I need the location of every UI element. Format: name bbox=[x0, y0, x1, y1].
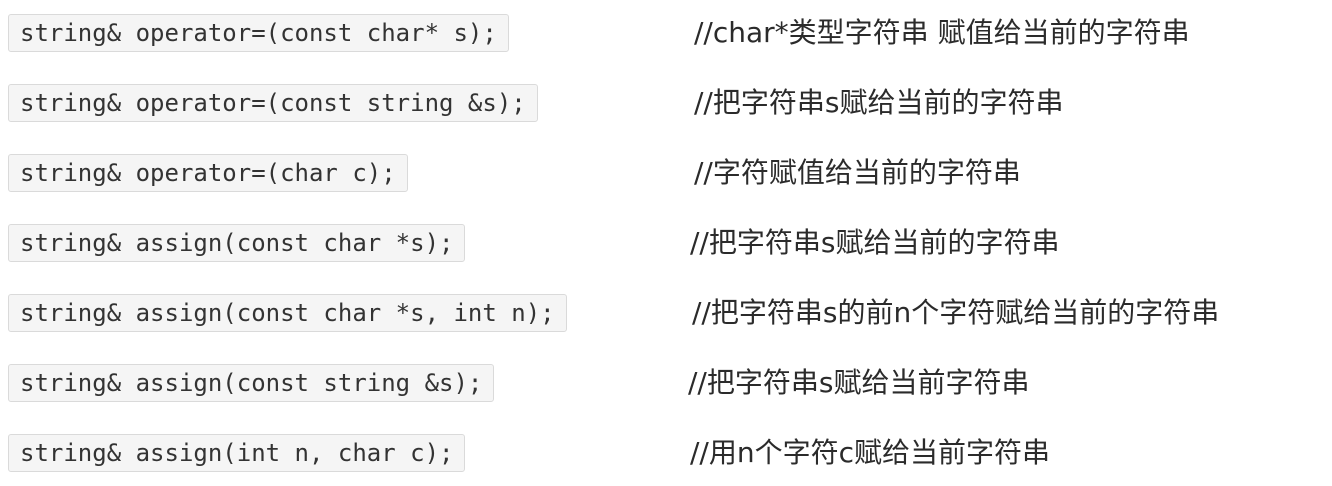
code-snippet: string& assign(const string &s); bbox=[8, 364, 495, 402]
code-comment: //char*类型字符串 赋值给当前的字符串 bbox=[694, 16, 1190, 49]
code-comment: //把字符串s赋给当前的字符串 bbox=[690, 226, 1060, 259]
api-row: string& assign(const char *s); //把字符串s赋给… bbox=[0, 224, 1332, 264]
code-snippet: string& assign(int n, char c); bbox=[8, 434, 466, 472]
api-list: string& operator=(const char* s); //char… bbox=[0, 0, 1332, 486]
code-snippet: string& operator=(char c); bbox=[8, 154, 408, 192]
code-snippet: string& assign(const char *s, int n); bbox=[8, 294, 567, 332]
code-comment: //用n个字符c赋给当前字符串 bbox=[690, 436, 1051, 469]
api-row: string& operator=(const char* s); //char… bbox=[0, 14, 1332, 54]
code-snippet: string& assign(const char *s); bbox=[8, 224, 466, 262]
api-row: string& assign(const char *s, int n); //… bbox=[0, 294, 1332, 334]
api-row: string& assign(int n, char c); //用n个字符c赋… bbox=[0, 434, 1332, 474]
code-comment: //把字符串s赋给当前的字符串 bbox=[694, 86, 1064, 119]
api-row: string& assign(const string &s); //把字符串s… bbox=[0, 364, 1332, 404]
code-snippet: string& operator=(const char* s); bbox=[8, 14, 509, 52]
api-row: string& operator=(char c); //字符赋值给当前的字符串 bbox=[0, 154, 1332, 194]
code-comment: //字符赋值给当前的字符串 bbox=[694, 156, 1021, 189]
code-comment: //把字符串s赋给当前字符串 bbox=[688, 366, 1030, 399]
api-row: string& operator=(const string &s); //把字… bbox=[0, 84, 1332, 124]
code-comment: //把字符串s的前n个字符赋给当前的字符串 bbox=[692, 296, 1220, 329]
code-snippet: string& operator=(const string &s); bbox=[8, 84, 538, 122]
